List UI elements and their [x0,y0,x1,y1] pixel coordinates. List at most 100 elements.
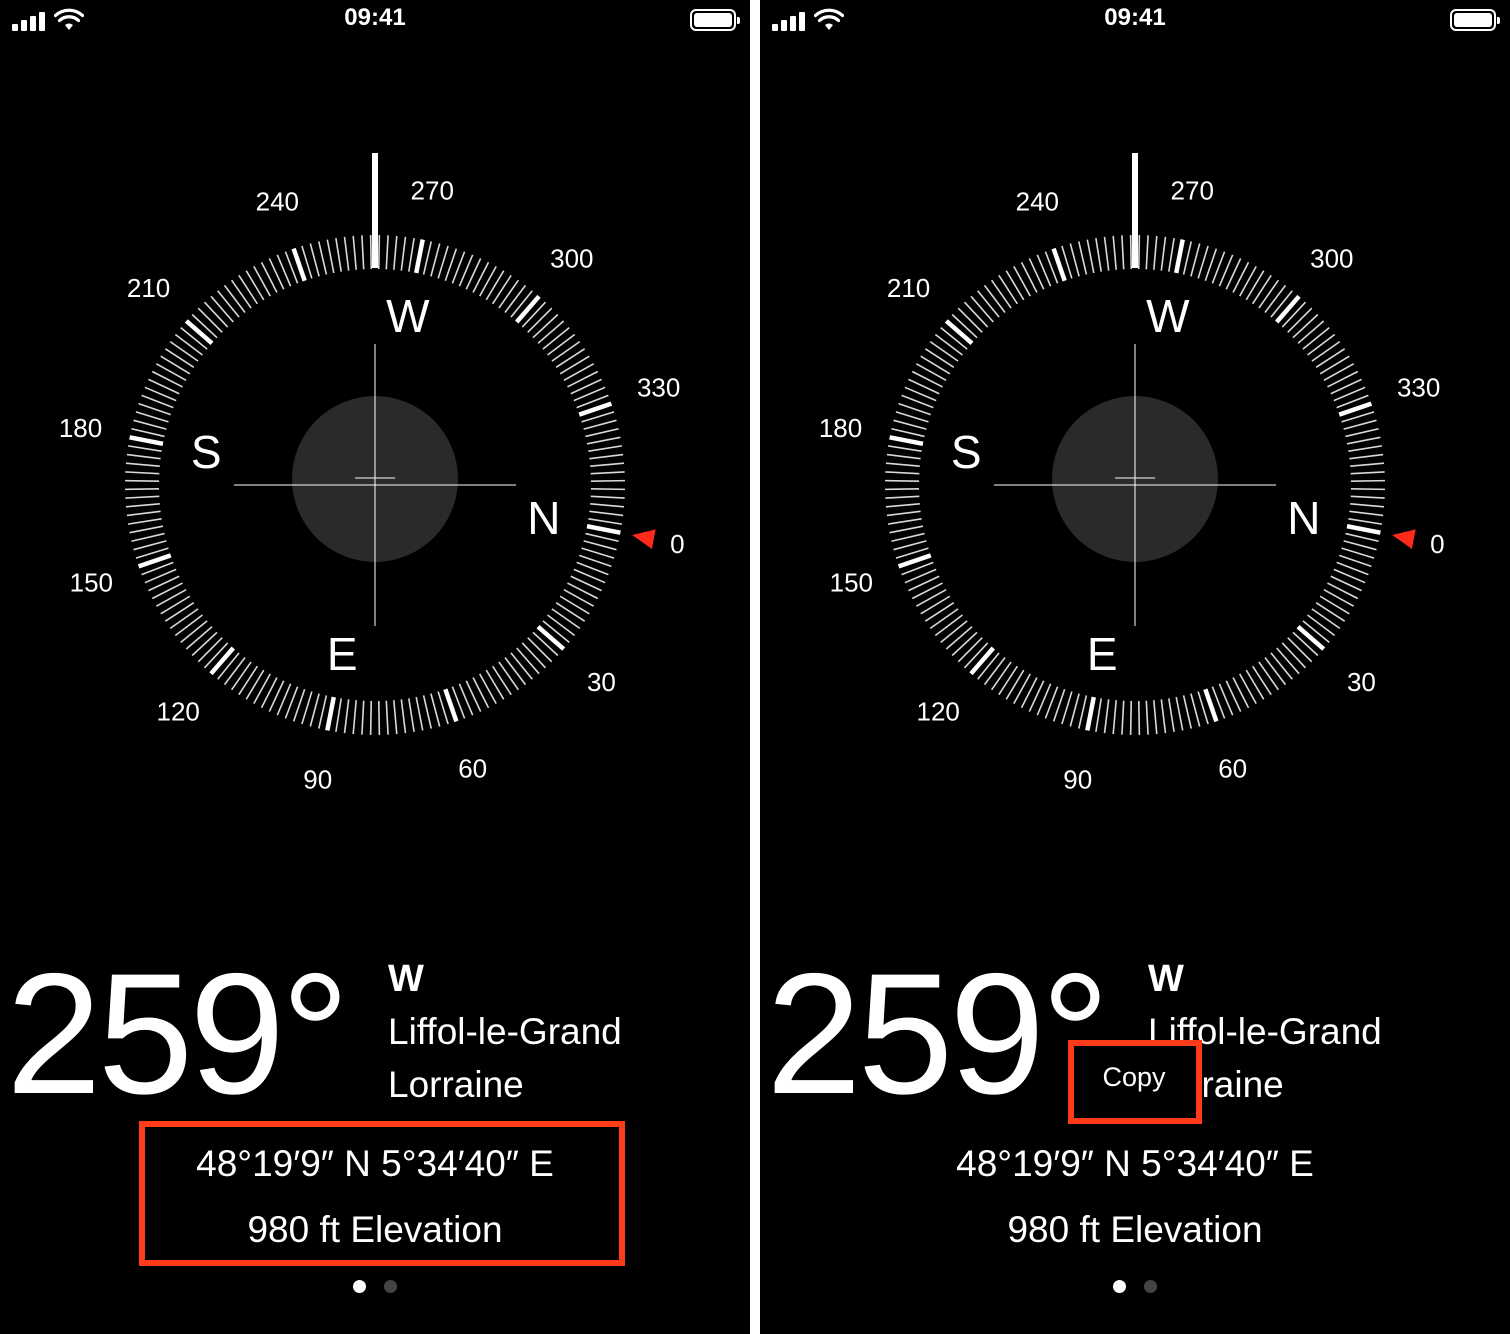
cardinal-west: W [386,290,430,342]
minor-tick [563,589,595,607]
north-arrow-icon [1392,529,1416,550]
page-indicator[interactable] [0,1280,750,1298]
minor-tick [317,695,328,729]
minor-tick [125,462,160,467]
minor-tick [537,320,565,344]
minor-tick [567,370,599,388]
minor-tick [174,614,203,637]
minor-tick [125,503,160,508]
minor-tick [885,462,920,467]
major-tick [969,646,995,676]
minor-tick [1287,307,1313,333]
minor-tick [957,307,983,333]
minor-tick [983,657,1006,686]
minor-tick [886,510,921,517]
minor-tick [151,370,183,388]
minor-tick [1292,313,1319,339]
minor-tick [563,363,595,381]
minor-tick [131,532,165,543]
minor-tick [1005,669,1025,700]
page-indicator[interactable] [760,1280,1510,1298]
minor-tick [135,411,169,423]
minor-tick [369,235,373,270]
minor-tick [1020,677,1038,709]
minor-tick [1086,239,1095,274]
minor-tick [1167,698,1175,733]
page-dot-2[interactable] [384,1280,397,1293]
minor-tick [385,700,389,735]
minor-tick [430,693,441,727]
minor-tick [1349,510,1384,517]
heading-direction: W [388,958,424,1000]
compass-dial[interactable]: 0 30 60 90 120 150 180 210 240 270 300 330 N E S W [760,0,1510,900]
minor-tick [588,445,623,453]
minor-tick [586,436,621,445]
minor-tick [191,631,218,657]
degree-label-90: 90 [1063,764,1092,794]
minor-tick [889,525,924,534]
minor-tick [1350,503,1385,508]
minor-tick [581,547,615,559]
minor-tick [1182,695,1193,729]
minor-tick [590,462,625,467]
minor-tick [126,453,161,460]
minor-tick [309,243,320,277]
compass-dial[interactable]: 0 30 60 90 120 150 180 210 240 270 300 330 N E S W [0,0,750,900]
minor-tick [1323,363,1355,381]
degree-label-60: 60 [1218,754,1247,784]
minor-tick [891,427,925,438]
minor-tick [1258,661,1280,691]
minor-tick [590,495,625,499]
heading-degrees: 259° [766,938,1110,1130]
minor-tick [1258,279,1280,309]
minor-tick [990,279,1012,309]
degree-label-270: 270 [1171,176,1214,206]
minor-tick [164,348,195,369]
minor-tick [430,243,441,277]
degree-label-210: 210 [127,273,170,303]
minor-tick [133,419,167,430]
minor-tick [1311,608,1341,630]
minor-tick [920,355,951,375]
minor-tick [585,532,619,543]
heading-degrees: 259° [6,938,350,1130]
minor-tick [1327,582,1359,600]
minor-tick [559,355,590,375]
coordinates[interactable]: 48°19′9″ N 5°34′40″ E [760,1143,1510,1185]
minor-tick [133,540,167,551]
minor-tick [504,284,527,313]
minor-tick [583,419,617,430]
degree-label-90: 90 [303,764,332,794]
minor-tick [1153,700,1158,735]
minor-tick [479,265,497,297]
minor-tick [1264,284,1287,313]
minor-tick [1349,453,1384,460]
page-dot-2[interactable] [1144,1280,1157,1293]
minor-tick [245,270,265,301]
minor-tick [1137,235,1141,270]
degree-label-330: 330 [637,372,680,402]
minor-tick [407,698,415,733]
minor-tick [479,673,497,705]
minor-tick [1348,445,1383,453]
minor-tick [400,236,407,271]
minor-tick [125,487,160,491]
minor-tick [210,295,234,323]
page-dot-1[interactable] [1113,1280,1126,1293]
minor-tick [1323,589,1355,607]
elevation[interactable]: 980 ft Elevation [760,1209,1510,1251]
cardinal-south: S [191,426,222,478]
minor-tick [1239,673,1257,705]
place-city: Liffol-le-Grand [388,1011,622,1052]
minor-tick [1345,427,1379,438]
major-tick [1085,696,1096,731]
minor-tick [1013,265,1031,297]
minor-tick [415,696,424,731]
degree-label-30: 30 [1347,667,1376,697]
minor-tick [1020,261,1038,293]
minor-tick [407,237,415,272]
degree-label-180: 180 [59,413,102,443]
page-dot-1[interactable] [353,1280,366,1293]
minor-tick [885,471,920,475]
minor-tick [197,637,223,663]
